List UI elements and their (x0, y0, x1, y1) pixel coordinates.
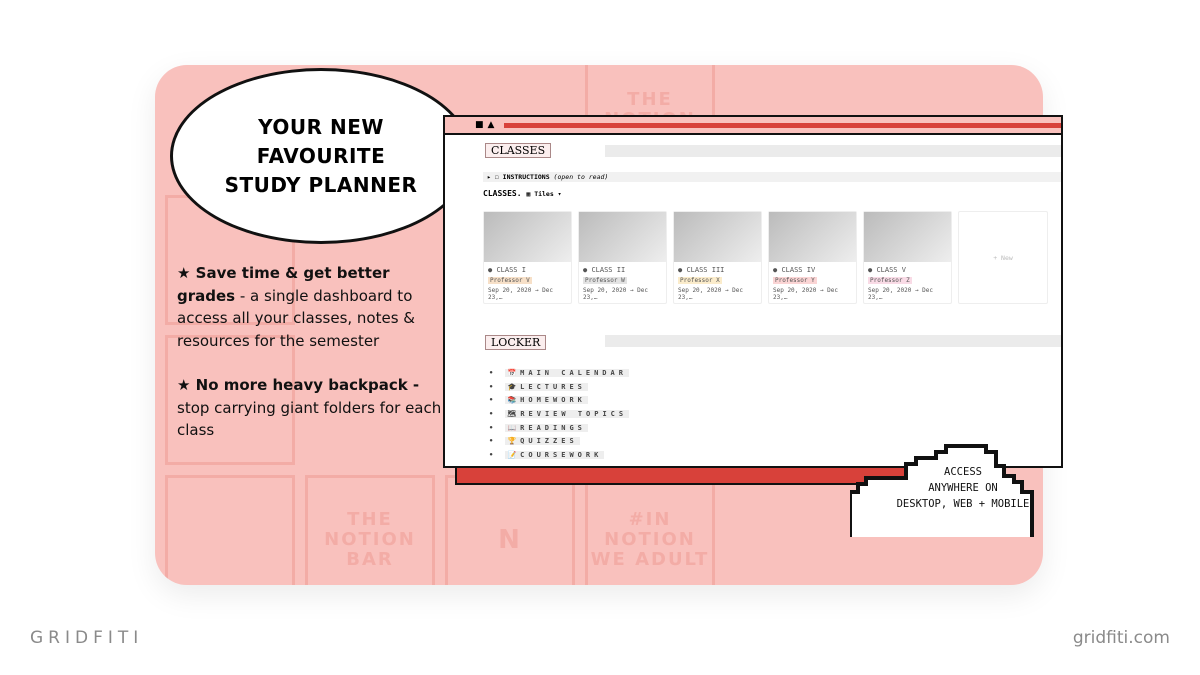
new-class-button[interactable]: + New (958, 211, 1048, 304)
locker-link[interactable]: 📚HOMEWORK (505, 396, 588, 405)
class-name: ● CLASS II (583, 266, 626, 274)
class-name-text: CLASS II (591, 266, 626, 274)
square-icon: ■ (475, 120, 484, 130)
locker-link[interactable]: 🗺REVIEW TOPICS (505, 410, 630, 419)
feature-list: ★ Save time & get better grades - a sing… (177, 262, 447, 464)
class-name: ● CLASS V (868, 266, 906, 274)
feature-text: stop carrying giant folders for each cla… (177, 398, 442, 440)
headline-line: FAVOURITE (256, 143, 386, 168)
feature-title: ★ No more heavy backpack - (177, 376, 420, 394)
locker-link[interactable]: 📖READINGS (505, 423, 588, 432)
headline-line: STUDY PLANNER (224, 172, 418, 197)
class-dates: Sep 20, 2020 → Dec 23,… (773, 287, 839, 301)
cover-image (769, 212, 856, 262)
class-name: ● CLASS I (488, 266, 526, 274)
class-card[interactable]: ● CLASS I Professor V Sep 20, 2020 → Dec 2… (483, 211, 572, 304)
locker-link[interactable]: 📝COURSEWORK (505, 451, 605, 460)
class-dates: Sep 20, 2020 → Dec 23,… (488, 287, 554, 301)
divider (605, 145, 1061, 157)
class-name-text: CLASS I (496, 266, 526, 274)
title-bar: ■ ▲ (445, 117, 1061, 135)
bg-tile: #IN NOTION WE ADULT (585, 475, 715, 585)
class-card[interactable]: ● CLASS IV Professor Y Sep 20, 2020 → Dec … (768, 211, 857, 304)
locker-item[interactable]: • 🎓LECTURES (489, 382, 629, 397)
feature-item: ★ No more heavy backpack - stop carrying… (177, 374, 447, 442)
bg-tile (165, 475, 295, 585)
toggle-note: (open to read) (553, 173, 609, 181)
classes-header: CLASSES (485, 143, 552, 158)
cloud-line: ANYWHERE ON (928, 482, 998, 494)
class-card[interactable]: ● CLASS III Professor X Sep 20, 2020 → Dec… (673, 211, 762, 304)
triangle-icon: ▲ (487, 120, 495, 130)
class-dates: Sep 20, 2020 → Dec 23,… (583, 287, 649, 301)
divider (605, 335, 1061, 347)
headline-line: YOUR NEW (258, 114, 384, 139)
cover-image (864, 212, 951, 262)
locker-item[interactable]: • 📝COURSEWORK (489, 451, 629, 465)
class-name: ● CLASS III (678, 266, 725, 274)
class-name-text: CLASS III (686, 266, 725, 274)
title-bar-line (504, 122, 1061, 128)
cover-image (579, 212, 666, 262)
class-gallery: ● CLASS I Professor V Sep 20, 2020 → Dec 2… (483, 211, 1048, 304)
cloud-line: ACCESS (944, 466, 982, 478)
locker-item[interactable]: • 📖READINGS (489, 423, 629, 438)
db-title-text: CLASSES. (483, 189, 522, 198)
view-selector[interactable]: ▦ Tiles ▾ (526, 190, 561, 198)
class-name-text: CLASS V (876, 266, 906, 274)
professor-tag: Professor Z (868, 277, 912, 284)
class-name-text: CLASS IV (781, 266, 816, 274)
headline-bubble: YOUR NEW FAVOURITE STUDY PLANNER (170, 68, 472, 244)
professor-tag: Professor W (583, 277, 627, 284)
class-dates: Sep 20, 2020 → Dec 23,… (868, 287, 934, 301)
class-name: ● CLASS IV (773, 266, 816, 274)
notion-window: ■ ▲ CLASSES ▸ ☐ INSTRUCTIONS (open to rea… (443, 115, 1063, 468)
locker-item[interactable]: • 🗺REVIEW TOPICS (489, 410, 630, 424)
cloud-line: DESKTOP, WEB + MOBILE (896, 498, 1030, 510)
locker-link[interactable]: 🏆QUIZZES (505, 437, 580, 446)
bg-tile: THE NOTION BAR (305, 475, 435, 585)
locker-item[interactable]: • 🏆QUIZZES (489, 437, 629, 451)
professor-tag: Professor X (678, 277, 722, 284)
view-label: Tiles (534, 190, 554, 198)
professor-tag: Professor V (488, 277, 532, 284)
locker-link[interactable]: 📅MAIN CALENDAR (505, 369, 629, 377)
toggle-label: INSTRUCTIONS (502, 173, 550, 181)
locker-list: • 📅MAIN CALENDAR • 🎓LECTURES • 📚HOMEWORK • … (489, 369, 630, 465)
class-card[interactable]: ● CLASS II Professor W Sep 20, 2020 → Dec … (578, 211, 667, 304)
brand-logo: GRIDFITI (30, 628, 144, 648)
feature-item: ★ Save time & get better grades - a sing… (177, 262, 447, 352)
instructions-toggle[interactable]: ▸ ☐ INSTRUCTIONS (open to read) (483, 172, 1061, 182)
cover-image (484, 212, 571, 262)
database-title: CLASSES. ▦ Tiles ▾ (483, 189, 562, 198)
site-url[interactable]: gridfiti.com (1073, 628, 1170, 648)
cloud-text: ACCESS ANYWHERE ON DESKTOP, WEB + MOBILE (878, 464, 1048, 512)
window-shadow (455, 466, 915, 485)
bg-tile: N (445, 475, 575, 585)
cover-image (674, 212, 761, 262)
locker-header: LOCKER (485, 335, 547, 350)
locker-item[interactable]: • 📅MAIN CALENDAR (489, 369, 629, 383)
locker-link[interactable]: 🎓LECTURES (505, 382, 588, 391)
professor-tag: Professor Y (773, 277, 817, 284)
class-dates: Sep 20, 2020 → Dec 23,… (678, 287, 744, 301)
class-card[interactable]: ● CLASS V Professor Z Sep 20, 2020 → Dec 2… (863, 211, 952, 304)
locker-item[interactable]: • 📚HOMEWORK (489, 396, 629, 410)
